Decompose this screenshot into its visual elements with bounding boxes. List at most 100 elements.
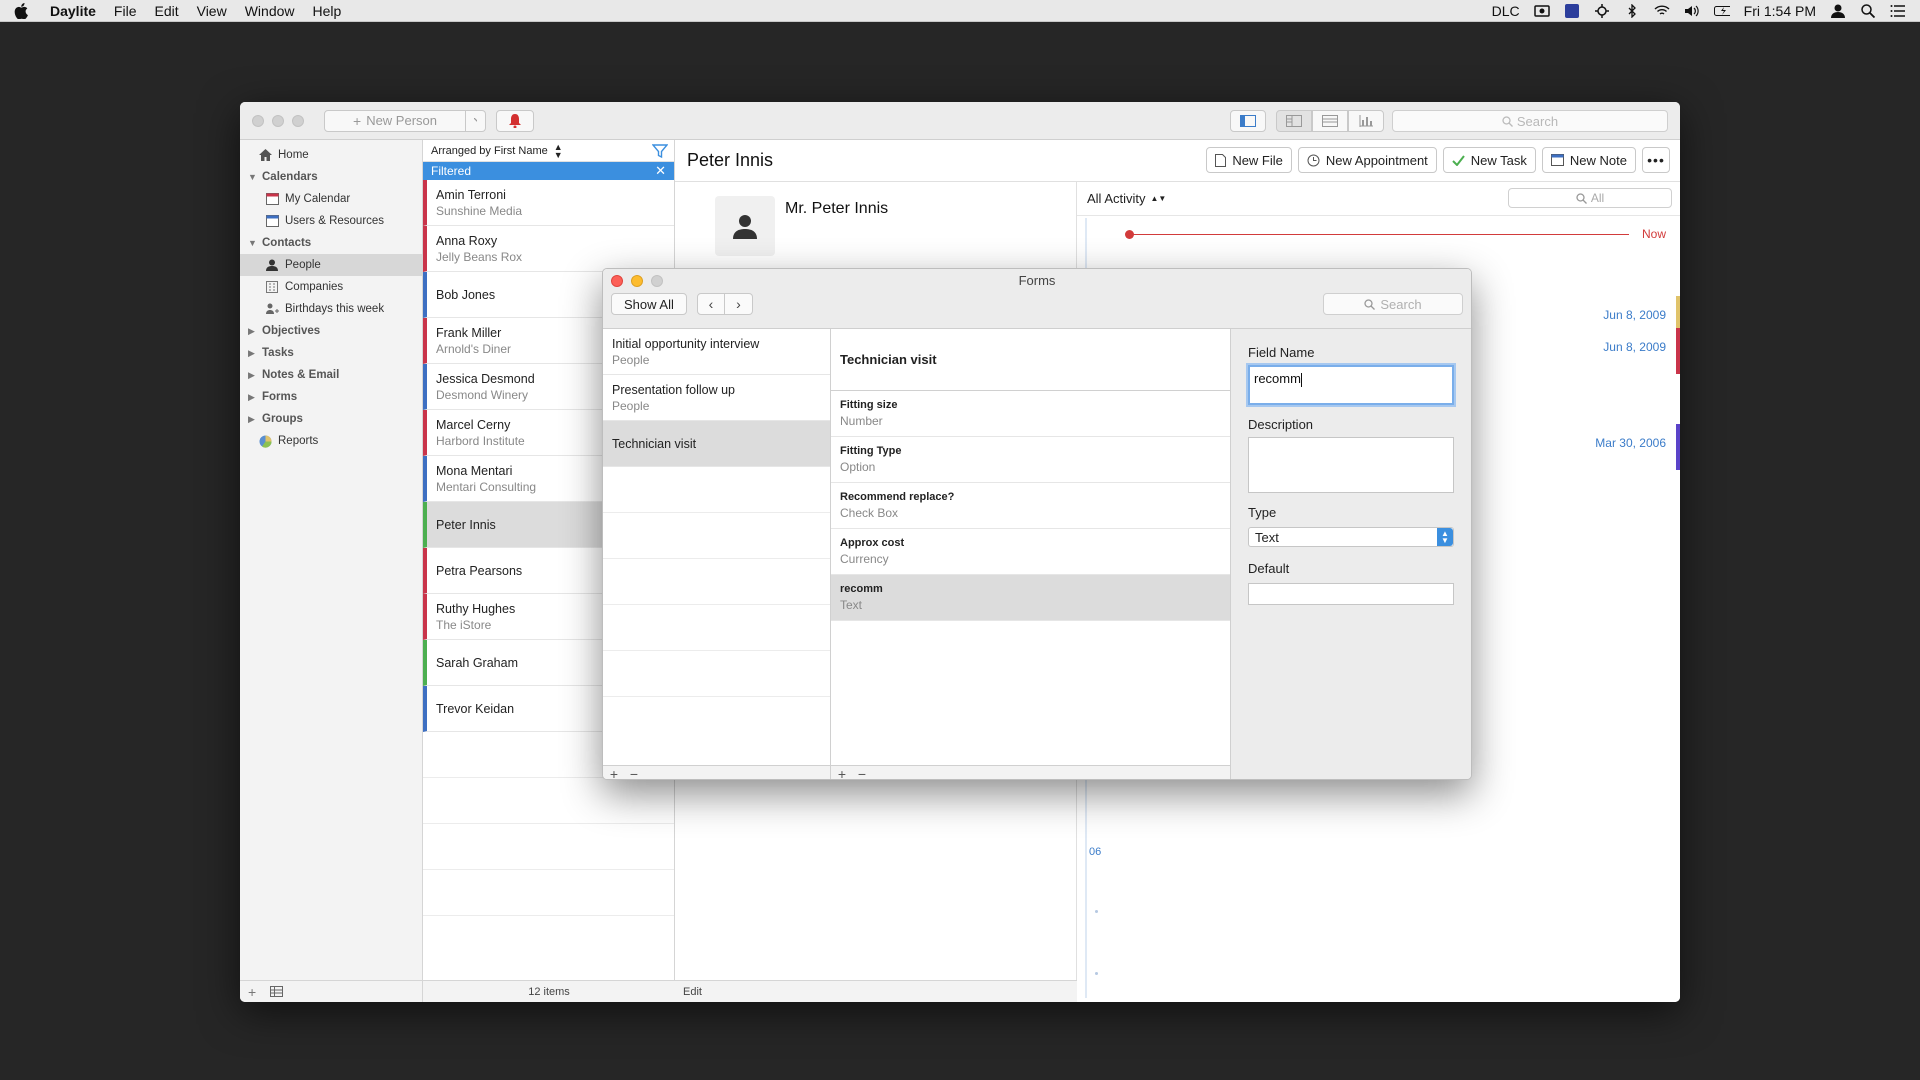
form-field-row-selected[interactable]: recomm Text <box>831 575 1230 621</box>
menu-file[interactable]: File <box>114 3 137 19</box>
add-field-button[interactable]: + <box>835 767 849 780</box>
now-label: Now <box>1641 227 1666 241</box>
sidebar-section-objectives[interactable]: ▶ Objectives <box>240 320 422 342</box>
toggle-sidebar-button[interactable] <box>1230 110 1266 132</box>
sidebar-item-people[interactable]: People <box>240 254 422 276</box>
contact-row[interactable]: Anna Roxy Jelly Beans Rox <box>423 226 674 272</box>
form-field-row[interactable]: Approx cost Currency <box>831 529 1230 575</box>
clock[interactable]: Fri 1:54 PM <box>1744 3 1816 19</box>
page-title: Peter Innis <box>687 150 774 170</box>
form-field-row[interactable]: Fitting size Number <box>831 391 1230 437</box>
camera-icon[interactable] <box>1533 4 1550 18</box>
menu-view[interactable]: View <box>197 3 227 19</box>
sidebar-section-calendars[interactable]: ▼ Calendars <box>240 166 422 188</box>
default-input[interactable] <box>1248 583 1454 605</box>
new-person-button[interactable]: + New Person <box>324 109 466 132</box>
bluetooth-icon[interactable] <box>1624 3 1640 18</box>
clock-icon <box>1307 154 1320 166</box>
view-list-button[interactable] <box>1312 110 1348 132</box>
checkmark-icon <box>1452 154 1465 166</box>
user-icon[interactable] <box>1830 4 1846 18</box>
alarm-button[interactable] <box>496 109 534 132</box>
activity-date[interactable]: Jun 8, 2009 <box>1603 340 1666 354</box>
activity-filter[interactable]: All Activity <box>1087 191 1146 206</box>
sidebar-item-companies[interactable]: Companies <box>240 276 422 298</box>
avatar[interactable] <box>715 196 775 256</box>
view-split-button[interactable] <box>1276 110 1312 132</box>
field-name-input[interactable]: recomm <box>1248 365 1454 405</box>
menu-bar: Daylite File Edit View Window Help DLC F… <box>0 0 1920 22</box>
sidebar-item-birthdays[interactable]: Birthdays this week <box>240 298 422 320</box>
close-window-button[interactable] <box>252 114 264 127</box>
new-appointment-button[interactable]: New Appointment <box>1297 147 1437 173</box>
new-task-button[interactable]: New Task <box>1442 147 1536 173</box>
sidebar-item-users-resources[interactable]: Users & Resources <box>240 210 422 232</box>
sidebar-item-reports[interactable]: Reports <box>240 430 422 452</box>
contact-row[interactable]: Amin Terroni Sunshine Media <box>423 180 674 226</box>
forms-toolbar: Forms Show All ‹ › Search <box>603 269 1471 329</box>
toolbar-search-field[interactable]: Search <box>1392 110 1668 132</box>
activity-date[interactable]: Jun 8, 2009 <box>1603 308 1666 322</box>
activity-date[interactable]: Mar 30, 2006 <box>1595 436 1666 450</box>
filter-icon[interactable] <box>651 143 669 159</box>
status-text[interactable]: DLC <box>1492 3 1520 19</box>
form-field-row[interactable]: Fitting Type Option <box>831 437 1230 483</box>
new-person-menu-button[interactable] <box>466 109 486 132</box>
forms-search-field[interactable]: Search <box>1323 293 1463 315</box>
note-icon <box>1550 154 1564 166</box>
sidebar-item-my-calendar[interactable]: My Calendar <box>240 188 422 210</box>
clear-filter-icon[interactable]: ✕ <box>655 163 666 179</box>
more-actions-button[interactable]: ••• <box>1642 147 1670 173</box>
battery-icon[interactable] <box>1713 4 1730 18</box>
show-all-button[interactable]: Show All <box>611 293 687 315</box>
activity-color-bar <box>1676 424 1680 470</box>
sidebar-section-forms[interactable]: ▶ Forms <box>240 386 422 408</box>
minimize-window-button[interactable] <box>272 114 284 127</box>
activity-search-field[interactable]: All <box>1508 188 1672 208</box>
menu-edit[interactable]: Edit <box>154 3 178 19</box>
edit-button[interactable]: Edit <box>675 980 1077 1002</box>
contact-list-sort-header[interactable]: Arranged by First Name ▲ ▼ <box>423 140 674 162</box>
sidebar-section-tasks[interactable]: ▶ Tasks <box>240 342 422 364</box>
form-item-selected[interactable]: Technician visit <box>603 421 830 467</box>
new-note-button[interactable]: New Note <box>1541 147 1636 173</box>
form-item[interactable]: Initial opportunity interview People <box>603 329 830 375</box>
remove-field-button[interactable]: − <box>855 767 869 780</box>
menu-help[interactable]: Help <box>313 3 342 19</box>
sidebar-item-home[interactable]: Home <box>240 144 422 166</box>
apple-icon[interactable] <box>14 2 30 19</box>
notification-center-icon[interactable] <box>1890 4 1906 18</box>
new-file-button[interactable]: New File <box>1206 147 1292 173</box>
sidebar-section-notes-email[interactable]: ▶ Notes & Email <box>240 364 422 386</box>
add-form-button[interactable]: + <box>607 767 621 780</box>
view-chart-button[interactable] <box>1348 110 1384 132</box>
sidebar-section-label: Forms <box>262 391 298 403</box>
menu-window[interactable]: Window <box>245 3 295 19</box>
move-icon[interactable] <box>1594 3 1610 18</box>
wifi-icon[interactable] <box>1654 4 1670 18</box>
table-icon[interactable] <box>270 984 284 1000</box>
activity-header: All Activity ▲▼ All <box>1077 182 1680 216</box>
description-input[interactable] <box>1248 437 1454 493</box>
now-line <box>1129 234 1629 235</box>
type-select[interactable]: Text ▲ ▼ <box>1248 527 1454 547</box>
form-field-row[interactable]: Recommend replace? Check Box <box>831 483 1230 529</box>
app-square-icon[interactable] <box>1564 3 1580 18</box>
menu-app-name[interactable]: Daylite <box>50 3 96 19</box>
forward-button[interactable]: › <box>725 293 753 315</box>
sidebar-section-contacts[interactable]: ▼ Contacts <box>240 232 422 254</box>
zoom-window-button[interactable] <box>292 114 304 127</box>
field-type: Option <box>840 460 876 474</box>
volume-icon[interactable] <box>1684 4 1700 18</box>
remove-form-button[interactable]: − <box>627 767 641 780</box>
search-icon <box>1502 115 1513 127</box>
plus-icon: + <box>353 112 362 129</box>
add-icon[interactable]: + <box>248 984 256 1000</box>
spotlight-icon[interactable] <box>1860 3 1876 18</box>
field-name: recomm <box>840 583 883 595</box>
sort-stepper-icon: ▲▼ <box>553 141 563 160</box>
sidebar-section-groups[interactable]: ▶ Groups <box>240 408 422 430</box>
contact-name: Anna Roxy <box>436 233 498 248</box>
form-item[interactable]: Presentation follow up People <box>603 375 830 421</box>
back-button[interactable]: ‹ <box>697 293 725 315</box>
